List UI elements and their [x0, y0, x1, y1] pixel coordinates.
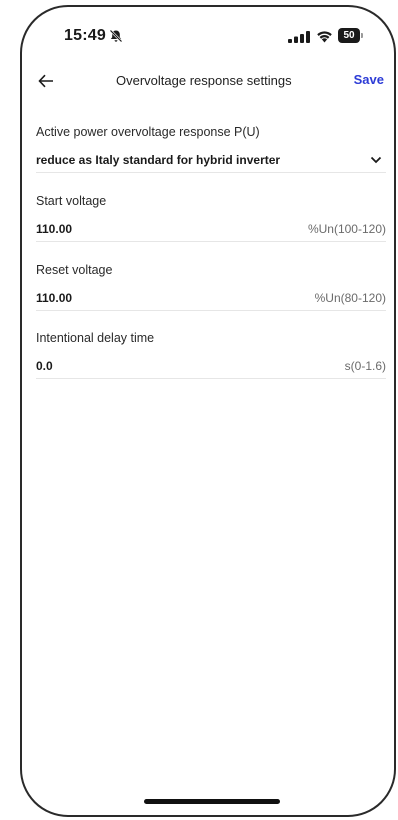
back-button[interactable]	[32, 67, 60, 95]
save-button[interactable]: Save	[354, 72, 384, 87]
delay-time-input[interactable]: 0.0 s(0-1.6)	[36, 357, 386, 379]
reset-voltage-input[interactable]: 110.00 %Un(80-120)	[36, 289, 386, 311]
field-unit: s(0-1.6)	[344, 359, 386, 373]
field-value: 110.00	[36, 222, 73, 236]
chevron-down-icon	[370, 156, 382, 164]
phone-screen: 15:49 50 Overvoltage response settings S…	[20, 5, 396, 817]
arrow-left-icon	[38, 74, 53, 88]
field-label: Active power overvoltage response P(U)	[36, 125, 260, 139]
page-title: Overvoltage response settings	[116, 73, 292, 88]
home-indicator[interactable]	[144, 799, 280, 804]
field-label: Intentional delay time	[36, 331, 155, 345]
battery-icon: 50	[338, 28, 364, 43]
field-value: reduce as Italy standard for hybrid inve…	[36, 153, 281, 167]
signal-icon	[288, 31, 310, 43]
field-value: 110.00	[36, 291, 73, 305]
field-label: Start voltage	[36, 194, 107, 208]
field-label: Reset voltage	[36, 263, 113, 277]
bell-slash-icon	[109, 29, 123, 43]
start-voltage-input[interactable]: 110.00 %Un(100-120)	[36, 220, 386, 242]
pu-response-select[interactable]: reduce as Italy standard for hybrid inve…	[36, 151, 386, 173]
field-unit: %Un(80-120)	[314, 291, 386, 305]
status-bar: 15:49 50	[22, 7, 394, 59]
field-unit: %Un(100-120)	[307, 222, 386, 236]
field-value: 0.0	[36, 359, 53, 373]
battery-level: 50	[338, 28, 360, 43]
status-time: 15:49	[64, 27, 106, 44]
nav-bar: Overvoltage response settings Save	[22, 63, 394, 99]
wifi-icon	[317, 31, 332, 43]
